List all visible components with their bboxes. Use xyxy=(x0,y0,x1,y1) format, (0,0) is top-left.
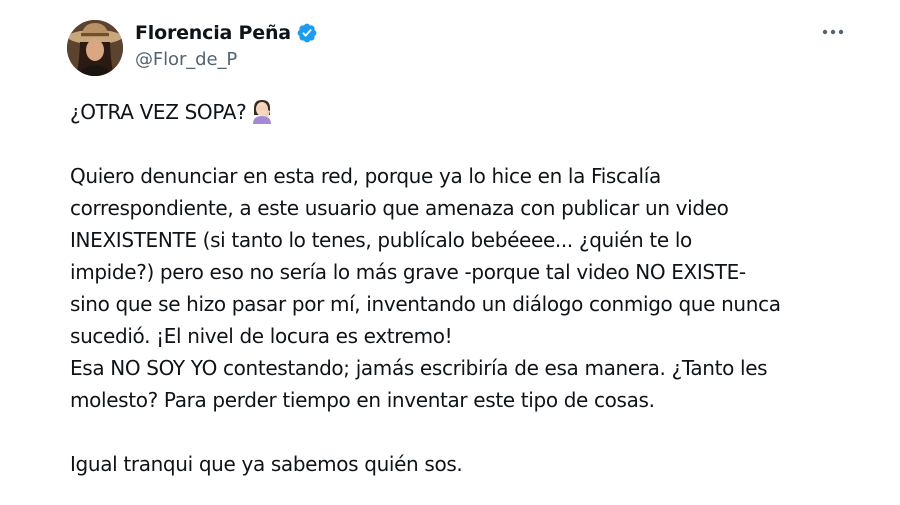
tweet-line: INEXISTENTE (si tanto lo tenes, publícal… xyxy=(70,228,692,252)
tweet-first-line: ¿OTRA VEZ SOPA? xyxy=(70,96,870,128)
display-name[interactable]: Florencia Peña xyxy=(135,22,291,44)
tweet-headline: ¿OTRA VEZ SOPA? xyxy=(70,100,247,124)
tweet-line: correspondiente, a este usuario que amen… xyxy=(70,196,729,220)
avatar[interactable] xyxy=(67,20,123,76)
user-handle[interactable]: @Flor_de_P xyxy=(135,49,318,70)
tweet-line: impide?) pero eso no sería lo más grave … xyxy=(70,260,746,284)
author-block: Florencia Peña @Flor_de_P xyxy=(135,20,318,70)
more-horizontal-icon xyxy=(822,29,844,35)
more-options-button[interactable] xyxy=(818,20,848,44)
tweet-card: Florencia Peña @Flor_de_P ¿OTRA VEZ SOPA… xyxy=(0,0,900,505)
tweet-text: ¿OTRA VEZ SOPA? Quiero denunciar en esta… xyxy=(70,96,870,480)
woman-facepalming-emoji-icon xyxy=(250,98,274,133)
tweet-line: Esa NO SOY YO contestando; jamás escribi… xyxy=(70,356,768,380)
verified-badge-icon xyxy=(296,22,318,44)
tweet-line: Quiero denunciar en esta red, porque ya … xyxy=(70,164,661,188)
tweet-line: sino que se hizo pasar por mí, inventand… xyxy=(70,292,781,316)
tweet-line: molesto? Para perder tiempo en inventar … xyxy=(70,388,655,412)
tweet-last-line: Igual tranqui que ya sabemos quién sos. xyxy=(70,452,463,476)
tweet-line: sucedió. ¡El nivel de locura es extremo! xyxy=(70,324,453,348)
name-row: Florencia Peña xyxy=(135,20,318,46)
